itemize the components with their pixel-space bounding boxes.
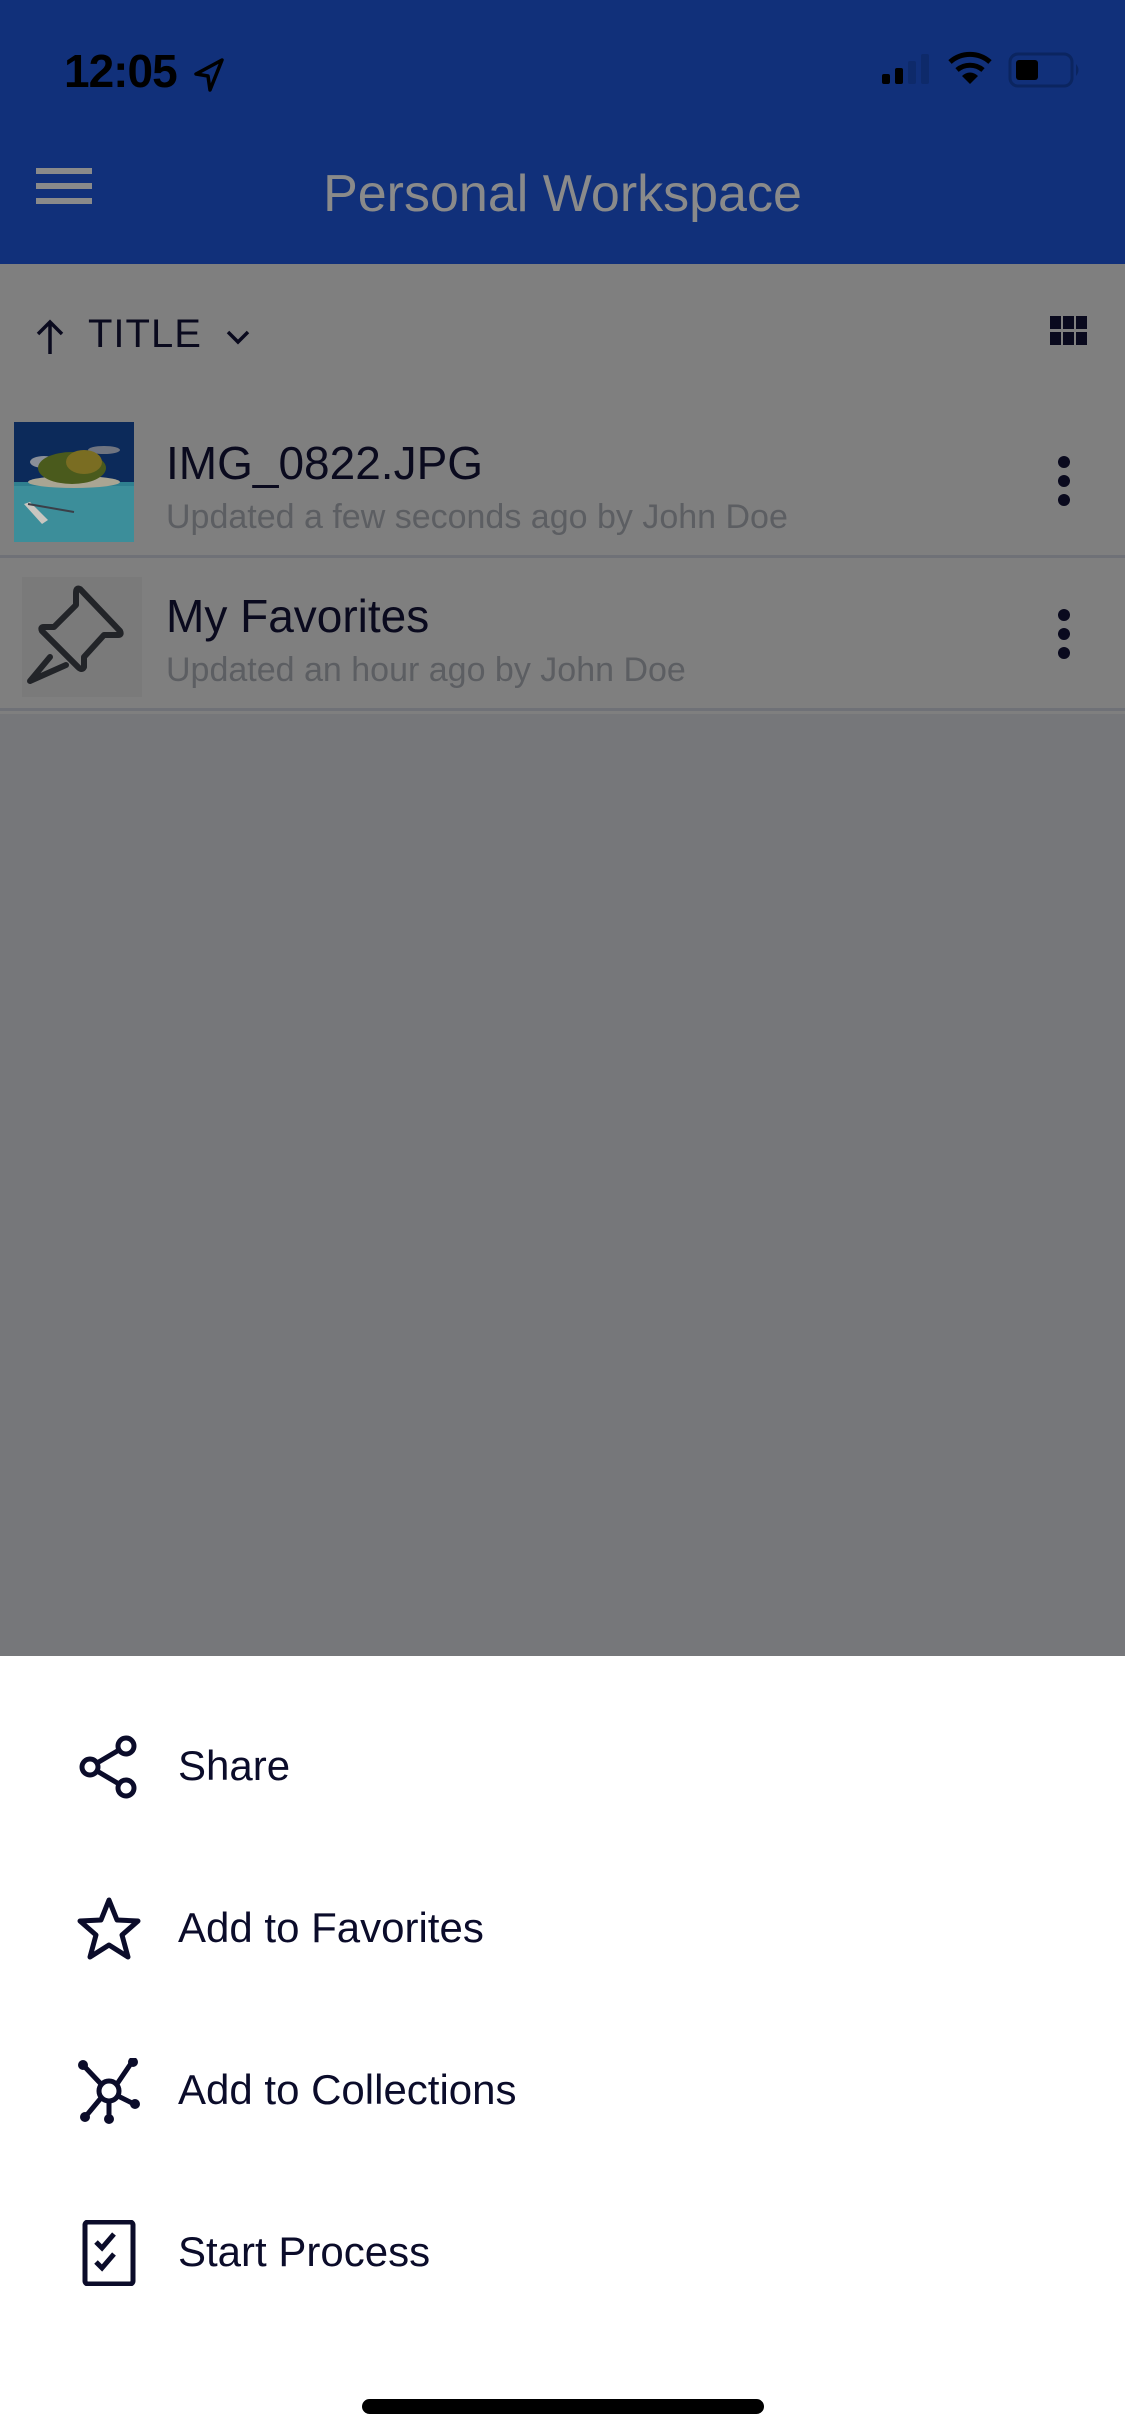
- more-vertical-icon[interactable]: [1054, 605, 1074, 665]
- sort-field-label[interactable]: TITLE: [88, 312, 202, 357]
- app-bar: 12:05 Personal Workspace: [0, 0, 1125, 264]
- more-vertical-icon[interactable]: [1054, 452, 1074, 512]
- status-time: 12:05: [64, 45, 178, 97]
- list-item[interactable]: My Favorites Updated an hour ago by John…: [0, 559, 1125, 711]
- pushpin-icon: [22, 577, 142, 697]
- item-title: IMG_0822.JPG: [166, 437, 484, 489]
- checklist-icon: [82, 2220, 136, 2286]
- battery-icon: [1008, 52, 1079, 88]
- action-label: Add to Favorites: [178, 1904, 484, 1951]
- file-list: TITLE IMG_0822.JPG Updated a few seconds…: [0, 264, 1125, 714]
- sort-bar: TITLE: [0, 264, 1125, 406]
- action-label: Share: [178, 1742, 291, 1789]
- action-add-to-favorites[interactable]: Add to Favorites: [0, 1858, 1125, 1998]
- action-start-process[interactable]: Start Process: [0, 2182, 1125, 2322]
- action-add-to-collections[interactable]: Add to Collections: [0, 2020, 1125, 2160]
- arrow-up-icon[interactable]: [34, 318, 66, 356]
- wifi-icon: [948, 51, 992, 84]
- content-overlay[interactable]: TITLE IMG_0822.JPG Updated a few seconds…: [0, 264, 1125, 1656]
- home-indicator[interactable]: [362, 2399, 764, 2414]
- action-share[interactable]: Share: [0, 1696, 1125, 1836]
- action-sheet: Share Add to Favorites Add to Collection…: [0, 1656, 1125, 2436]
- action-label: Start Process: [178, 2228, 431, 2275]
- location-arrow-icon: [194, 58, 224, 92]
- item-subtitle: Updated a few seconds ago by John Doe: [166, 498, 788, 536]
- status-bar: 12:05: [0, 0, 1125, 132]
- tropical-island-photo: [14, 422, 134, 542]
- chevron-down-icon[interactable]: [224, 326, 252, 348]
- collections-icon: [78, 2058, 140, 2124]
- share-icon: [79, 1735, 137, 1799]
- grid-view-icon[interactable]: [1050, 316, 1088, 346]
- cellular-signal-icon: [882, 54, 929, 84]
- item-title: My Favorites: [166, 590, 430, 642]
- item-subtitle: Updated an hour ago by John Doe: [166, 651, 686, 689]
- star-icon: [77, 1897, 141, 1960]
- page-title: Personal Workspace: [323, 165, 802, 223]
- list-item[interactable]: IMG_0822.JPG Updated a few seconds ago b…: [0, 406, 1125, 558]
- action-label: Add to Collections: [178, 2066, 517, 2113]
